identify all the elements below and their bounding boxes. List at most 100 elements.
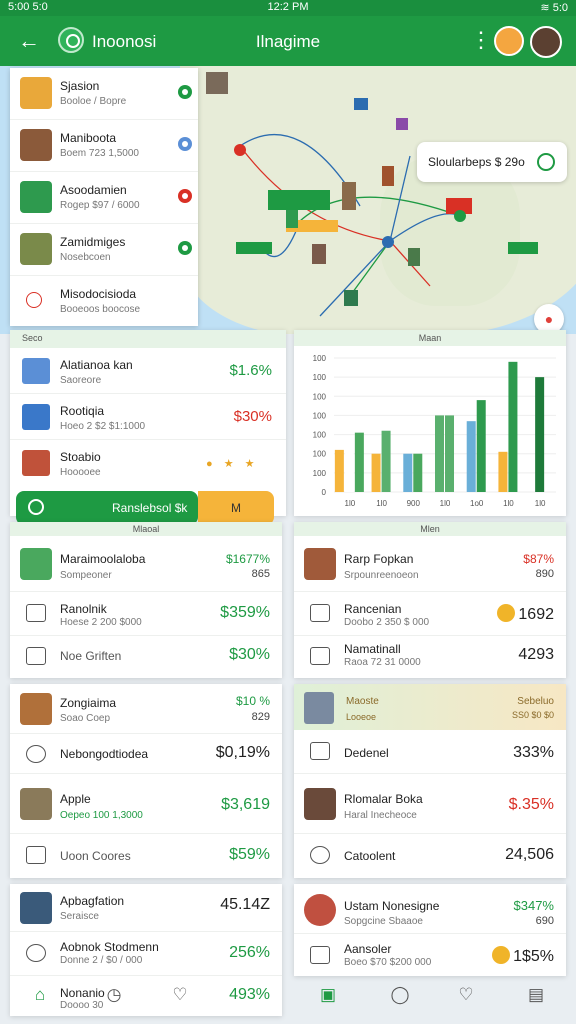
list-item[interactable]: Misodocisioda Booeoos boocose [10,276,198,328]
place-value: 24,506 [505,846,554,863]
avatar[interactable] [530,26,562,58]
y-tick-label: 100 [313,469,327,478]
x-tick-label: 1l0 [376,499,387,508]
gift-icon[interactable]: ▣ [316,984,340,1006]
place-name: Nebongodtiodea [60,747,149,761]
map-marker [396,118,408,130]
place-value: $347% [513,898,554,913]
rating-icons: ● ★ ★ [206,458,259,470]
home-icon[interactable]: ⌂ [28,984,52,1006]
place-name: Apbagfation [60,894,125,908]
destination-sub: Nosebcoen [60,252,111,263]
stat-value: $1.6% [229,362,272,379]
list-item[interactable]: Maniboota Boem 723 1,5000 [10,120,198,172]
stats-panel: Seco Alatianoa kan Saoreore $1.6% Rootiq… [10,330,286,516]
banner-right-sub: SS0 $0 $0 [511,710,554,720]
place-value-text: 1$5% [513,948,554,965]
list-item[interactable]: Uoon Coores $59% [10,834,282,876]
bar [508,361,518,492]
list-item[interactable]: Rlomalar Boka Haral Inecheoce $.35% [294,774,566,834]
bar [413,453,423,492]
list-item[interactable]: Aobnok Stodmenn Donne 2 / $0 / 000 256% [10,932,282,976]
place-value: 333% [513,744,554,761]
bar [466,421,476,492]
list-item[interactable]: Ustam Nonesigne Sopgcine Sbaaoe $347% 69… [294,884,566,934]
list-item[interactable]: Namatinall Raoa 72 31 0000 4293 [294,636,566,676]
stat-thumbnail [22,358,50,384]
map-building [206,72,228,94]
list-item[interactable]: Asoodamien Rogep $97 / 6000 [10,172,198,224]
list-item[interactable]: Apbagfation Seraisce 45.14Z [10,884,282,932]
place-value: $87% [523,552,554,566]
map-label-badge [508,242,538,254]
bar [403,453,413,492]
list-item[interactable]: Ranolnik Hoese 2 200 $000 $359% [10,592,282,636]
destination-sub: Booloe / Bopre [60,96,127,107]
card-d: Maoste Looeoe Sebeluo SS0 $0 $0 Dedenel … [294,684,566,878]
place-sub: Donne 2 / $0 / 000 [60,955,143,966]
place-name: Rlomalar Boka [344,792,423,806]
place-sub: Hoese 2 200 $000 [60,617,142,628]
place-thumbnail [20,892,52,924]
bar [498,451,508,492]
place-thumbnail [20,693,52,725]
status-time: 12:2 PM [267,1,309,13]
pin-outline-icon [26,292,42,308]
list-item[interactable]: Apple Oepeo 100 1,3000 $3,619 [10,774,282,834]
y-tick-label: 0 [322,488,327,497]
destination-thumbnail [20,233,52,265]
place-value: $359% [220,604,270,621]
stat-name: Alatianoa kan [60,358,133,372]
y-tick-label: 100 [313,373,327,382]
place-value: $3,619 [221,796,270,813]
heart-icon[interactable]: ♡ [454,984,478,1006]
heart-icon[interactable]: ♡ [168,984,192,1006]
bottom-nav: ⌂ ◷ ♡ ▣ ◯ ♡ ▤ [10,976,566,1016]
target-icon[interactable] [537,153,555,171]
image-icon [310,647,330,665]
list-icon[interactable]: ▤ [524,984,548,1006]
place-name: Zongiaima [60,696,117,710]
place-name: Apple [60,792,91,806]
list-item[interactable]: Noe Griften $30% [10,636,282,676]
avatar-secondary[interactable] [494,26,524,56]
clock-icon[interactable]: ◷ [102,984,126,1006]
table-row[interactable]: Rootiqia Hoeo 2 $2 $1:1000 $30% [10,394,286,440]
list-item[interactable]: Aansoler Boeo $70 $200 000 1$5% [294,934,566,976]
table-row[interactable]: Alatianoa kan Saoreore $1.6% [10,348,286,394]
place-sub: Seraisce [60,911,99,922]
list-item[interactable]: Zongiaima Soao Coep $10 % 829 [10,684,282,734]
place-value: 1692 [497,604,554,624]
info-icon[interactable]: ◯ [388,984,412,1006]
map-label-badge [268,190,330,210]
place-name: Ranolnik [60,602,107,616]
m-button[interactable]: M [198,491,274,525]
x-tick-label: 1o0 [470,499,484,508]
destination-name: Asoodamien [60,183,127,197]
list-item[interactable]: Catoolent 24,506 [294,834,566,876]
place-value: $0,19% [215,744,270,761]
place-value: $1677% [225,552,270,566]
list-item[interactable]: Maraimoolaloba Sompeoner $1677% 865 [10,536,282,592]
list-item[interactable]: Sjasion Booloe / Bopre [10,68,198,120]
list-item[interactable]: Zamidmiges Nosebcoen [10,224,198,276]
list-item[interactable]: Rarp Fopkan Srpounreenoeon $87% 890 [294,536,566,592]
coin-icon [492,946,511,964]
place-value-secondary: 890 [535,568,554,580]
map-marker [354,98,368,110]
bar [344,447,354,492]
y-tick-label: 100 [313,392,327,401]
map-building [286,210,298,228]
search-button[interactable]: Ranslebsol $k [16,491,198,525]
place-name: Rarp Fopkan [344,552,414,566]
list-item[interactable]: Nebongodtiodea $0,19% [10,734,282,774]
list-item[interactable]: Dedenel 333% [294,730,566,774]
more-vert-icon[interactable]: ⋮ [470,28,492,52]
place-thumbnail [304,788,336,820]
calendar-icon [26,604,46,622]
x-tick-label: 1l0 [345,499,356,508]
map-search-chip[interactable]: Sloularbeps $ 29o [417,142,567,182]
list-item[interactable]: Rancenian Doobo 2 350 $ 000 1692 [294,592,566,636]
banner-thumbnail [304,692,334,724]
place-value: $30% [229,646,270,663]
